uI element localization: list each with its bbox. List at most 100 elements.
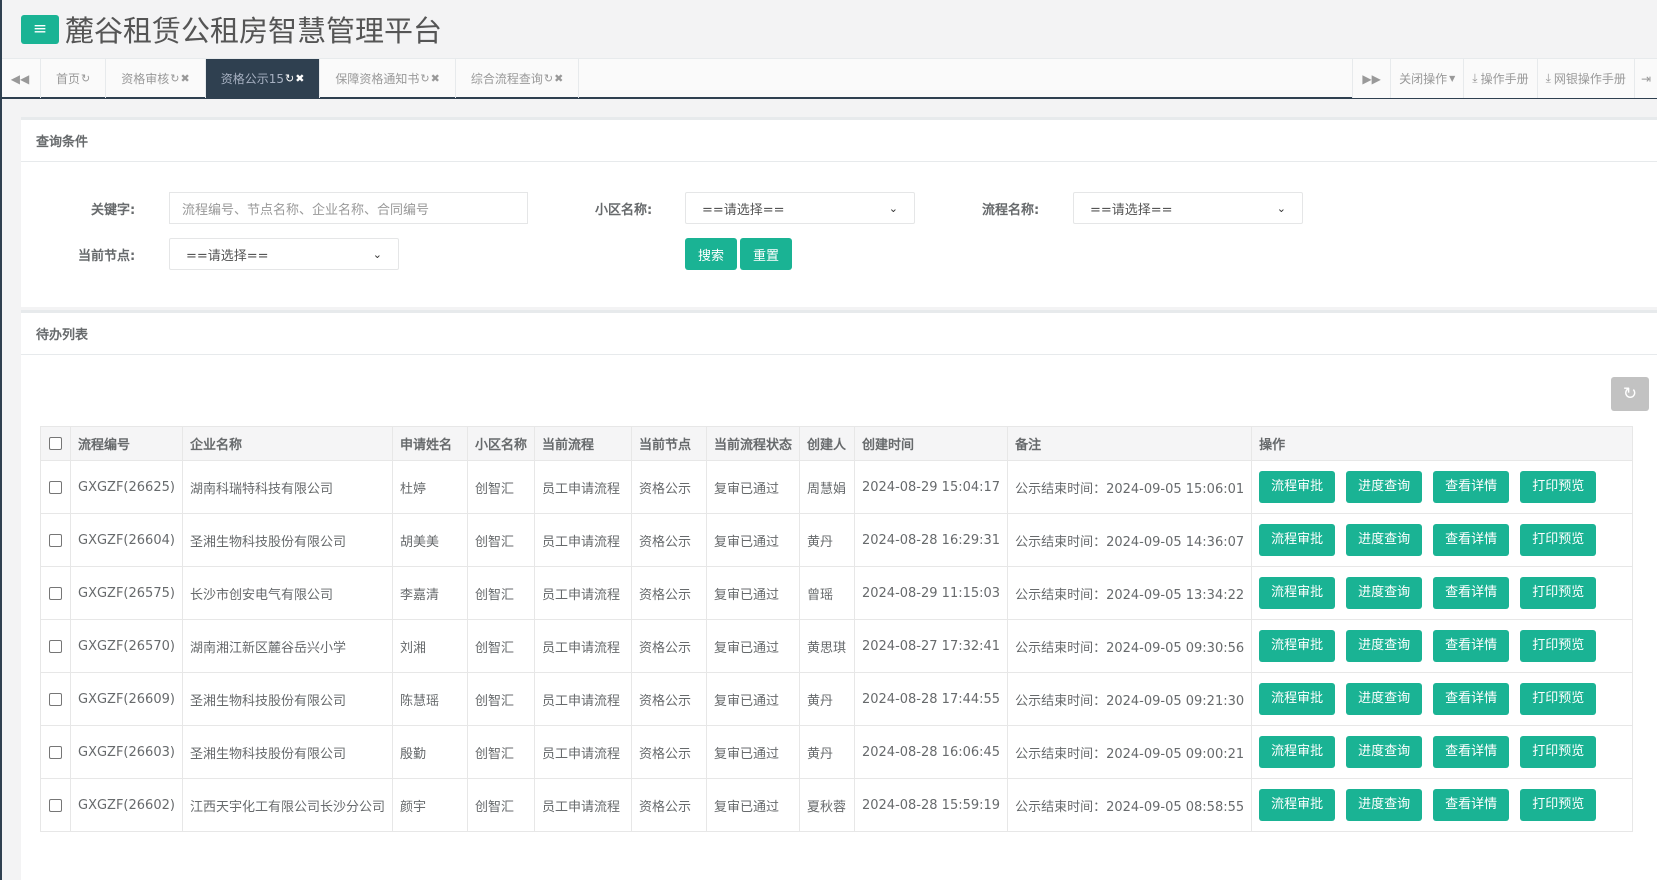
print-preview-button[interactable]: 打印预览 — [1520, 630, 1597, 662]
row-checkbox[interactable] — [49, 692, 62, 706]
tabs-scroll-left-button[interactable]: ◀◀ — [0, 59, 41, 98]
creator-cell: 黄思琪 — [798, 619, 855, 673]
view-details-button[interactable]: 查看详情 — [1433, 789, 1510, 821]
progress-query-button[interactable]: 进度查询 — [1346, 736, 1423, 768]
remark-cell: 公示结束时间：2024-09-05 08:58:55 — [1007, 778, 1253, 832]
row-checkbox[interactable] — [49, 639, 62, 653]
community-select[interactable]: ==请选择== ⌄ — [685, 192, 915, 224]
row-checkbox[interactable] — [49, 745, 62, 759]
status-cell: 复审已通过 — [705, 460, 800, 514]
applicant-cell: 杜婷 — [391, 460, 468, 514]
print-preview-button[interactable]: 打印预览 — [1520, 736, 1597, 768]
progress-query-button[interactable]: 进度查询 — [1346, 577, 1423, 609]
todo-table: 流程编号 企业名称 申请姓名 小区名称 当前流程 当前节点 当前流程状态 创建人… — [40, 426, 1634, 832]
menu-toggle-button[interactable]: ≡ — [21, 14, 59, 44]
row-checkbox[interactable] — [49, 533, 62, 547]
print-preview-button[interactable]: 打印预览 — [1520, 577, 1597, 609]
process-id-cell: GXGZF(26575) — [70, 566, 183, 620]
table-header-row: 流程编号 企业名称 申请姓名 小区名称 当前流程 当前节点 当前流程状态 创建人… — [40, 426, 1634, 461]
manual-link[interactable]: ⤓ 操作手册 — [1463, 59, 1536, 98]
bank-manual-label: 网银操作手册 — [1553, 72, 1626, 86]
view-details-button[interactable]: 查看详情 — [1433, 524, 1510, 556]
tab-qualification-publicity[interactable]: 资格公示15 ↻ ✖ — [205, 59, 321, 98]
tab-process-query[interactable]: 综合流程查询 ↻ ✖ — [456, 59, 580, 98]
row-select-cell — [40, 619, 71, 673]
print-preview-button[interactable]: 打印预览 — [1520, 524, 1597, 556]
bank-manual-link[interactable]: ⤓ 网银操作手册 — [1536, 59, 1634, 98]
tabs-scroll-right-button[interactable]: ▶▶ — [1352, 59, 1390, 98]
table-refresh-button[interactable]: ↻ — [1611, 377, 1649, 411]
row-checkbox[interactable] — [49, 798, 62, 812]
view-details-button[interactable]: 查看详情 — [1433, 736, 1510, 768]
table-row: GXGZF(26625) 湖南科瑞特科技有限公司 杜婷 创智汇 员工申请流程 资格公示 复审… — [40, 460, 1634, 514]
download-icon: ⤓ — [1545, 71, 1551, 85]
chevron-down-icon: ⌄ — [888, 201, 898, 215]
node-select[interactable]: ==请选择== ⌄ — [169, 238, 399, 270]
progress-query-button[interactable]: 进度查询 — [1346, 630, 1423, 662]
approve-button[interactable]: 流程审批 — [1259, 683, 1336, 715]
remark-cell: 公示结束时间：2024-09-05 13:34:22 — [1007, 566, 1253, 620]
tab-home[interactable]: 首页 ↻ — [41, 59, 107, 98]
approve-button[interactable]: 流程审批 — [1259, 789, 1336, 821]
keyword-input[interactable]: 流程编号、节点名称、企业名称、合同编号 — [169, 192, 528, 224]
approve-button[interactable]: 流程审批 — [1259, 471, 1336, 503]
company-cell: 江西天宇化工有限公司长沙分公司 — [181, 778, 393, 832]
remark-cell: 公示结束时间：2024-09-05 15:06:01 — [1007, 460, 1253, 514]
keyword-placeholder: 流程编号、节点名称、企业名称、合同编号 — [182, 202, 430, 218]
refresh-icon[interactable]: ↻ — [544, 72, 553, 85]
node-cell: 资格公示 — [630, 460, 707, 514]
view-details-button[interactable]: 查看详情 — [1433, 471, 1510, 503]
print-preview-button[interactable]: 打印预览 — [1520, 471, 1597, 503]
select-all-checkbox[interactable] — [49, 437, 62, 450]
close-icon[interactable]: ✖ — [554, 72, 563, 85]
reset-button[interactable]: 重置 — [740, 238, 792, 270]
row-checkbox[interactable] — [49, 586, 62, 600]
close-icon[interactable]: ✖ — [180, 72, 189, 85]
progress-query-button[interactable]: 进度查询 — [1346, 471, 1423, 503]
remark-cell: 公示结束时间：2024-09-05 14:36:07 — [1007, 513, 1253, 567]
created-time-cell: 2024-08-28 17:44:55 — [853, 672, 1009, 726]
print-preview-button[interactable]: 打印预览 — [1520, 683, 1597, 715]
flow-select[interactable]: ==请选择== ⌄ — [1073, 192, 1303, 224]
status-cell: 复审已通过 — [705, 672, 800, 726]
print-preview-button[interactable]: 打印预览 — [1520, 789, 1597, 821]
close-icon[interactable]: ✖ — [431, 72, 440, 85]
flow-select-value: ==请选择== — [1090, 202, 1173, 218]
community-label: 小区名称: — [595, 203, 653, 218]
refresh-icon[interactable]: ↻ — [170, 72, 179, 85]
search-button[interactable]: 搜索 — [685, 238, 737, 270]
approve-button[interactable]: 流程审批 — [1259, 524, 1336, 556]
process-id-cell: GXGZF(26603) — [70, 725, 183, 779]
row-checkbox[interactable] — [49, 480, 62, 494]
remark-cell: 公示结束时间：2024-09-05 09:30:56 — [1007, 619, 1253, 673]
view-details-button[interactable]: 查看详情 — [1433, 577, 1510, 609]
close-operations-dropdown[interactable]: 关闭操作 ▼ — [1390, 59, 1463, 98]
progress-query-button[interactable]: 进度查询 — [1346, 524, 1423, 556]
view-details-button[interactable]: 查看详情 — [1433, 683, 1510, 715]
process-id-cell: GXGZF(26570) — [70, 619, 183, 673]
tab-label: 资格审核 — [121, 72, 170, 86]
tab-qualification-review[interactable]: 资格审核 ↻ ✖ — [106, 59, 206, 98]
close-icon[interactable]: ✖ — [295, 72, 304, 85]
todo-list-title: 待办列表 — [21, 313, 1657, 355]
row-select-cell — [40, 672, 71, 726]
query-panel: 查询条件 关键字: 流程编号、节点名称、企业名称、合同编号 小区名称: ==请选… — [21, 117, 1657, 307]
approve-button[interactable]: 流程审批 — [1259, 736, 1336, 768]
progress-query-button[interactable]: 进度查询 — [1346, 789, 1423, 821]
refresh-icon[interactable]: ↻ — [81, 72, 90, 85]
node-cell: 资格公示 — [630, 778, 707, 832]
logout-button[interactable]: ⇥ — [1633, 59, 1657, 98]
query-panel-title: 查询条件 — [21, 120, 1657, 162]
created-time-cell: 2024-08-27 17:32:41 — [853, 619, 1009, 673]
approve-button[interactable]: 流程审批 — [1259, 577, 1336, 609]
view-details-button[interactable]: 查看详情 — [1433, 630, 1510, 662]
tab-qualification-notice[interactable]: 保障资格通知书 ↻ ✖ — [320, 59, 456, 98]
creator-cell: 夏秋蓉 — [798, 778, 855, 832]
refresh-icon[interactable]: ↻ — [420, 72, 429, 85]
creator-cell: 黄丹 — [798, 513, 855, 567]
progress-query-button[interactable]: 进度查询 — [1346, 683, 1423, 715]
flow-cell: 员工申请流程 — [533, 725, 632, 779]
approve-button[interactable]: 流程审批 — [1259, 630, 1336, 662]
refresh-icon[interactable]: ↻ — [285, 72, 294, 85]
company-cell: 长沙市创安电气有限公司 — [181, 566, 393, 620]
